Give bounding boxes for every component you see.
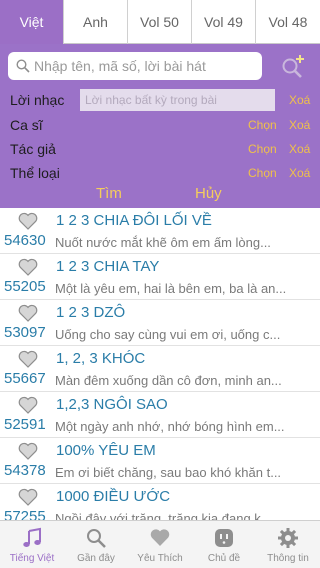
genre-clear-button[interactable]: Xoá	[289, 166, 310, 180]
bottom-tab-bar: Tiếng Việt Gần đây Yêu Thích Chủ đề Thôn…	[0, 520, 320, 568]
song-list: 1 2 3 CHIA ĐÔI LỐI VỀ 54630 Nuốt nước mắ…	[0, 208, 320, 520]
tab-gan-day[interactable]: Gần đây	[64, 521, 128, 568]
song-lyric: Màn đêm xuống dần cô đơn, minh an...	[55, 373, 282, 388]
singer-clear-button[interactable]: Xoá	[289, 118, 310, 132]
heart-icon[interactable]	[18, 258, 38, 276]
genre-filter-label: Thể loại	[10, 165, 60, 181]
lyric-filter-row: Lời nhạc Xoá	[0, 89, 320, 113]
song-title: 100% YÊU EM	[56, 442, 156, 459]
tab-chu-de[interactable]: Chủ đề	[192, 521, 256, 568]
heart-icon[interactable]	[18, 442, 38, 460]
heart-icon[interactable]	[18, 212, 38, 230]
song-title: 1 2 3 DZÔ	[56, 304, 126, 321]
author-clear-button[interactable]: Xoá	[289, 142, 310, 156]
author-filter-label: Tác giả	[10, 141, 56, 157]
search-box	[8, 52, 262, 80]
song-row[interactable]: 1 2 3 CHIA TAY 55205 Một là yêu em, hai …	[0, 254, 320, 300]
singer-filter-row: Ca sĩ Chọn Xoá	[0, 114, 320, 138]
music-note-icon	[23, 527, 41, 547]
gear-icon	[278, 528, 298, 548]
search-icon	[16, 59, 30, 73]
tab-viet[interactable]: Việt	[0, 0, 64, 44]
song-lyric: Nuốt nước mắt khẽ ôm em ấm lòng...	[55, 235, 271, 250]
lyric-filter-label: Lời nhạc	[10, 92, 65, 108]
tab-vol-48[interactable]: Vol 48	[256, 0, 320, 44]
tab-anh[interactable]: Anh	[64, 0, 128, 44]
song-row[interactable]: 1000 ĐIỀU ƯỚC 57255 Ngồi đây với trăng, …	[0, 484, 320, 520]
search-panel: Lời nhạc Xoá Ca sĩ Chọn Xoá Tác giả Chọn…	[0, 44, 320, 208]
cancel-button[interactable]: Hủy	[195, 185, 222, 202]
category-tabs: Việt Anh Vol 50 Vol 49 Vol 48	[0, 0, 320, 44]
song-code: 55667	[4, 370, 46, 387]
tab-label: Gần đây	[77, 553, 115, 564]
heart-icon	[150, 529, 170, 546]
song-title: 1, 2, 3 KHÓC	[56, 350, 146, 367]
author-filter-row: Tác giả Chọn Xoá	[0, 138, 320, 162]
socket-icon	[215, 529, 233, 547]
tab-vol-49[interactable]: Vol 49	[192, 0, 256, 44]
song-row[interactable]: 1,2,3 NGÔI SAO 52591 Một ngày anh nhớ, n…	[0, 392, 320, 438]
song-lyric: Một là yêu em, hai là bên em, ba là an..…	[55, 281, 287, 296]
song-row[interactable]: 1 2 3 CHIA ĐÔI LỐI VỀ 54630 Nuốt nước mắ…	[0, 208, 320, 254]
song-code: 55205	[4, 278, 46, 295]
tab-label: Thông tin	[267, 553, 309, 564]
search-icon	[87, 529, 106, 548]
tab-thong-tin[interactable]: Thông tin	[256, 521, 320, 568]
song-code: 52591	[4, 416, 46, 433]
heart-icon[interactable]	[18, 396, 38, 414]
heart-icon[interactable]	[18, 488, 38, 506]
tab-yeu-thich[interactable]: Yêu Thích	[128, 521, 192, 568]
tab-label: Tiếng Việt	[9, 553, 55, 564]
song-lyric: Một ngày anh nhớ, nhớ bóng hình em...	[55, 419, 285, 434]
song-title: 1000 ĐIỀU ƯỚC	[56, 488, 171, 505]
song-code: 54630	[4, 232, 46, 249]
song-lyric: Uống cho say cùng vui em ơi, uống c...	[55, 327, 281, 342]
song-title: 1 2 3 CHIA TAY	[56, 258, 160, 275]
add-search-icon[interactable]	[280, 54, 306, 80]
song-title: 1 2 3 CHIA ĐÔI LỐI VỀ	[56, 212, 212, 229]
search-input[interactable]	[34, 58, 254, 74]
song-code: 54378	[4, 462, 46, 479]
heart-icon[interactable]	[18, 304, 38, 322]
author-choose-button[interactable]: Chọn	[248, 142, 277, 156]
song-row[interactable]: 1, 2, 3 KHÓC 55667 Màn đêm xuống dần cô …	[0, 346, 320, 392]
tab-vol-50[interactable]: Vol 50	[128, 0, 192, 44]
genre-choose-button[interactable]: Chọn	[248, 166, 277, 180]
lyric-input[interactable]	[80, 89, 275, 111]
lyric-clear-button[interactable]: Xoá	[289, 93, 310, 107]
song-code: 57255	[4, 508, 46, 520]
tab-tieng-viet[interactable]: Tiếng Việt	[0, 521, 64, 568]
singer-choose-button[interactable]: Chọn	[248, 118, 277, 132]
singer-filter-label: Ca sĩ	[10, 117, 43, 133]
song-lyric: Em ơi biết chăng, sau bao khó khăn t...	[55, 465, 282, 480]
tab-label: Yêu Thích	[137, 553, 183, 564]
tab-label: Chủ đề	[207, 553, 241, 564]
song-row[interactable]: 1 2 3 DZÔ 53097 Uống cho say cùng vui em…	[0, 300, 320, 346]
song-code: 53097	[4, 324, 46, 341]
song-title: 1,2,3 NGÔI SAO	[56, 396, 168, 413]
song-lyric: Ngồi đây với trăng, trăng kia đang k...	[55, 511, 272, 520]
genre-filter-row: Thể loại Chọn Xoá	[0, 162, 320, 186]
heart-icon[interactable]	[18, 350, 38, 368]
search-submit-button[interactable]: Tìm	[96, 185, 122, 202]
song-row[interactable]: 100% YÊU EM 54378 Em ơi biết chăng, sau …	[0, 438, 320, 484]
